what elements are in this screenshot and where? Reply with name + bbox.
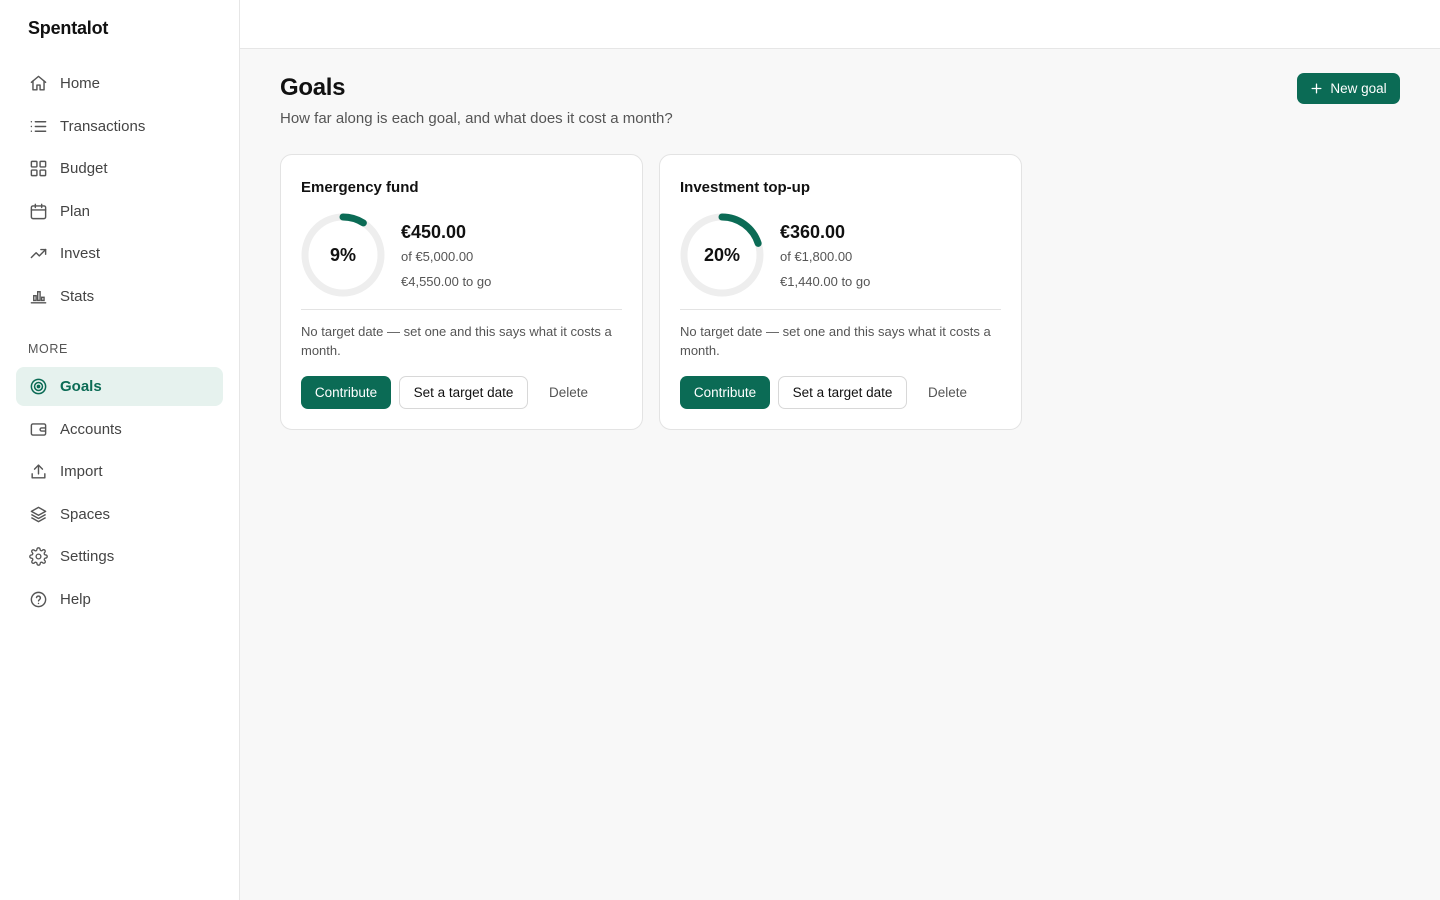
grid-icon xyxy=(28,159,48,179)
sidebar-item-home[interactable]: Home xyxy=(16,64,223,103)
goal-name: Emergency fund xyxy=(301,179,419,196)
sidebar-item-label: Home xyxy=(60,75,101,92)
delete-button[interactable]: Delete xyxy=(915,376,980,409)
sidebar-item-plan[interactable]: Plan xyxy=(16,192,223,231)
target-date-note: No target date — set one and this says w… xyxy=(680,324,991,358)
sidebar-item-label: Budget xyxy=(60,160,108,177)
sidebar-item-label: Settings xyxy=(60,548,115,565)
card-divider xyxy=(301,309,622,310)
sidebar-item-label: Invest xyxy=(60,245,101,262)
primary-nav: Home Transactions Budget Plan Invest Sta… xyxy=(16,64,223,319)
sidebar-item-budget[interactable]: Budget xyxy=(16,149,223,188)
sidebar-item-label: Spaces xyxy=(60,505,111,523)
sidebar-item-spaces[interactable]: Spaces xyxy=(16,495,223,534)
bar-chart-icon xyxy=(28,286,48,306)
calendar-icon xyxy=(28,201,48,221)
page-subtitle: How far along is each goal, and what doe… xyxy=(280,110,673,127)
sidebar-item-label: Import xyxy=(60,463,103,480)
sidebar-item-invest[interactable]: Invest xyxy=(16,234,223,273)
target-amount: of €1,800.00 xyxy=(780,249,853,264)
set-target-date-button[interactable]: Set a target date xyxy=(778,376,907,409)
progress-percent: 9% xyxy=(329,244,356,265)
goal-card: Emergency fund 9% €450.00 of €5,000.00 €… xyxy=(280,154,643,430)
secondary-nav: Goals Accounts Import Spaces Settings He… xyxy=(16,367,223,622)
card-actions: Contribute Set a target date Delete xyxy=(680,376,980,409)
upload-icon xyxy=(28,462,48,482)
sidebar-item-accounts[interactable]: Accounts xyxy=(16,410,223,449)
nav-section-label: MORE xyxy=(28,342,68,356)
sidebar-item-label: Stats xyxy=(60,287,95,305)
new-goal-button[interactable]: New goal xyxy=(1297,73,1400,104)
page-title: Goals xyxy=(280,74,346,101)
delete-button[interactable]: Delete xyxy=(536,376,601,409)
sidebar-item-help[interactable]: Help xyxy=(16,580,223,619)
sidebar-item-stats[interactable]: Stats xyxy=(16,277,223,316)
card-actions: Contribute Set a target date Delete xyxy=(301,376,601,409)
home-icon xyxy=(28,74,48,94)
wallet-icon xyxy=(28,419,48,439)
layers-icon xyxy=(28,504,48,524)
contribute-button[interactable]: Contribute xyxy=(680,376,770,409)
goal-card: Investment top-up 20% €360.00 of €1,800.… xyxy=(659,154,1022,430)
card-divider xyxy=(680,309,1001,310)
target-date-note: No target date — set one and this says w… xyxy=(301,324,612,358)
sidebar-item-label: Help xyxy=(60,590,91,608)
sidebar-item-label: Plan xyxy=(60,202,91,220)
target-icon xyxy=(28,377,48,397)
contribute-button[interactable]: Contribute xyxy=(301,376,391,409)
sidebar-item-label: Transactions xyxy=(60,117,146,135)
saved-amount: €360.00 xyxy=(780,222,846,242)
remaining-amount: €4,550.00 to go xyxy=(401,274,492,289)
top-bar xyxy=(240,0,1440,49)
new-goal-label: New goal xyxy=(1330,81,1387,96)
gear-icon xyxy=(28,547,48,567)
list-icon xyxy=(28,116,48,136)
sidebar-item-settings[interactable]: Settings xyxy=(16,537,223,576)
sidebar-item-label: Accounts xyxy=(60,420,122,438)
sidebar-item-goals[interactable]: Goals xyxy=(16,367,223,406)
help-circle-icon xyxy=(28,589,48,609)
target-amount: of €5,000.00 xyxy=(401,249,474,264)
sidebar-item-label: Goals xyxy=(60,378,102,395)
remaining-amount: €1,440.00 to go xyxy=(780,274,871,289)
sidebar-item-transactions[interactable]: Transactions xyxy=(16,107,223,146)
sidebar-item-import[interactable]: Import xyxy=(16,452,223,491)
sidebar: Spentalot Home Transactions Budget Plan xyxy=(0,0,240,900)
set-target-date-button[interactable]: Set a target date xyxy=(399,376,528,409)
progress-percent: 20% xyxy=(703,244,741,265)
plus-icon xyxy=(1311,83,1322,94)
trending-up-icon xyxy=(28,244,48,264)
goal-name: Investment top-up xyxy=(680,179,810,196)
saved-amount: €450.00 xyxy=(401,222,467,242)
brand-logo[interactable]: Spentalot xyxy=(28,18,108,39)
